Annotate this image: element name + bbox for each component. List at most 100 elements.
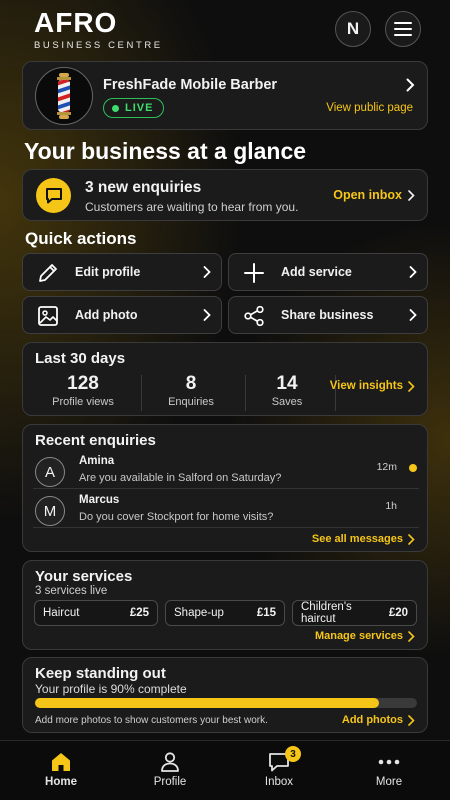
recent-enquiries-card: Recent enquiries A Amina Are you availab… xyxy=(22,424,428,552)
chevron-right-icon xyxy=(408,630,415,642)
enquiry-time: 1h xyxy=(385,500,397,512)
enquiry-item[interactable]: A Amina Are you available in Salford on … xyxy=(33,455,419,491)
bottom-navigation: Home Profile 3 Inbox More xyxy=(0,740,450,800)
stat-label: Enquiries xyxy=(168,396,214,408)
service-name: Haircut xyxy=(43,607,80,619)
share-icon xyxy=(244,305,264,327)
app-logo[interactable]: AFRO BUSINESS CENTRE xyxy=(34,7,163,52)
chevron-right-icon xyxy=(408,189,415,201)
home-icon xyxy=(52,753,70,771)
business-logo xyxy=(35,67,93,125)
page-title: Your business at a glance xyxy=(24,138,307,164)
account-avatar-button[interactable]: N xyxy=(335,11,371,47)
new-enquiries-alert[interactable]: 3 new enquiries Customers are waiting to… xyxy=(22,169,428,221)
enquiry-sender: Amina xyxy=(79,455,115,467)
service-name: Children's haircut xyxy=(301,601,352,625)
stat-value: 128 xyxy=(67,373,99,394)
menu-button[interactable] xyxy=(385,11,421,47)
avatar: M xyxy=(35,496,65,526)
inbox-badge: 3 xyxy=(285,746,301,762)
open-inbox-link[interactable]: Open inbox xyxy=(333,188,415,202)
nav-more[interactable]: More xyxy=(334,741,444,800)
status-dot-icon xyxy=(112,104,119,112)
open-inbox-label: Open inbox xyxy=(333,188,402,202)
chevron-right-icon xyxy=(406,78,415,92)
nav-label: Inbox xyxy=(264,776,294,788)
service-price: £20 xyxy=(388,607,408,619)
share-business-button[interactable]: Share business xyxy=(228,296,428,334)
stats-card: Last 30 days 128 Profile views 8 Enquiri… xyxy=(22,342,428,416)
live-status-label: LIVE xyxy=(125,102,154,114)
logo-text: AFRO xyxy=(34,7,118,38)
chevron-right-icon xyxy=(409,266,417,278)
business-card[interactable]: FreshFade Mobile Barber LIVE View public… xyxy=(22,61,428,130)
stat-value: 8 xyxy=(185,373,197,394)
chevron-right-icon xyxy=(408,380,415,392)
user-icon xyxy=(161,752,179,772)
edit-profile-label: Edit profile xyxy=(75,265,141,279)
add-photos-link[interactable]: Add photos xyxy=(342,714,415,726)
avatar-initial: N xyxy=(346,19,360,38)
unread-dot-icon xyxy=(409,464,417,472)
stat-label: Saves xyxy=(271,396,303,408)
share-business-label: Share business xyxy=(281,308,374,322)
add-photos-label: Add photos xyxy=(341,714,403,726)
manage-services-link[interactable]: Manage services xyxy=(315,630,415,642)
live-status-badge: LIVE xyxy=(103,98,165,118)
standout-title: Keep standing out xyxy=(35,665,166,682)
avatar: A xyxy=(35,457,65,487)
more-icon xyxy=(378,759,400,765)
nav-label: Home xyxy=(45,776,77,788)
plus-icon xyxy=(244,263,264,283)
see-all-messages-link[interactable]: See all messages xyxy=(312,533,415,545)
nav-label: More xyxy=(375,776,403,788)
add-photo-label: Add photo xyxy=(75,308,138,322)
chevron-right-icon xyxy=(408,533,415,545)
services-count: 3 services live xyxy=(35,585,108,597)
completion-progress-bar xyxy=(35,698,417,708)
service-chip[interactable]: Haircut £25 xyxy=(34,600,158,626)
business-name: FreshFade Mobile Barber xyxy=(103,77,278,93)
service-chip[interactable]: Children's haircut £20 xyxy=(292,600,417,626)
manage-services-label: Manage services xyxy=(314,630,403,642)
profile-completion-card: Keep standing out Your profile is 90% co… xyxy=(22,657,428,733)
alert-subtitle: Customers are waiting to hear from you. xyxy=(85,200,299,214)
divider xyxy=(33,527,419,528)
pencil-icon xyxy=(39,264,57,282)
hamburger-icon xyxy=(394,22,412,36)
see-all-messages-label: See all messages xyxy=(311,533,403,545)
chevron-right-icon xyxy=(203,266,211,278)
stats-title: Last 30 days xyxy=(35,350,126,367)
nav-home[interactable]: Home xyxy=(6,741,116,800)
enquiry-sender: Marcus xyxy=(79,494,120,506)
completion-text: Your profile is 90% complete xyxy=(35,682,187,696)
edit-profile-button[interactable]: Edit profile xyxy=(22,253,222,291)
enquiry-time: 12m xyxy=(376,461,397,473)
stat-saves: 14 Saves xyxy=(237,373,337,408)
add-photo-button[interactable]: Add photo xyxy=(22,296,222,334)
services-title: Your services xyxy=(35,568,133,585)
stat-value: 14 xyxy=(276,373,298,394)
recent-enquiries-title: Recent enquiries xyxy=(35,432,156,449)
stat-profile-views: 128 Profile views xyxy=(33,373,133,408)
service-name: Shape-up xyxy=(174,607,224,619)
enquiry-message: Do you cover Stockport for home visits? xyxy=(79,511,274,523)
logo-subtitle: BUSINESS CENTRE xyxy=(34,40,163,51)
view-insights-link[interactable]: View insights xyxy=(330,380,415,392)
enquiry-item[interactable]: M Marcus Do you cover Stockport for home… xyxy=(33,494,419,530)
chevron-right-icon xyxy=(203,309,211,321)
chevron-right-icon xyxy=(408,714,415,726)
divider xyxy=(33,488,419,489)
add-service-button[interactable]: Add service xyxy=(228,253,428,291)
alert-title: 3 new enquiries xyxy=(85,179,202,196)
nav-profile[interactable]: Profile xyxy=(115,741,225,800)
add-service-label: Add service xyxy=(281,265,352,279)
stat-enquiries: 8 Enquiries xyxy=(141,373,241,408)
service-chip[interactable]: Shape-up £15 xyxy=(165,600,285,626)
image-icon xyxy=(38,306,58,326)
view-insights-label: View insights xyxy=(329,380,403,392)
service-price: £25 xyxy=(129,607,149,619)
view-public-page-link[interactable]: View public page xyxy=(326,102,413,114)
barber-pole-icon xyxy=(57,73,71,119)
nav-inbox[interactable]: 3 Inbox xyxy=(224,741,334,800)
